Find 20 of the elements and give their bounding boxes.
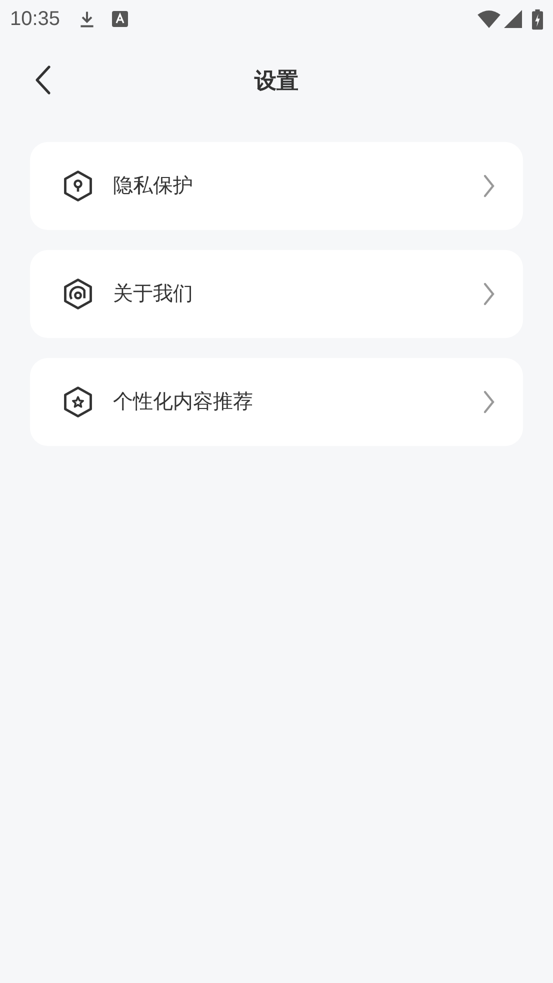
settings-item[interactable]: 隐私保护: [30, 142, 523, 230]
signal-icon: [504, 10, 522, 28]
item-label: 隐私保护: [113, 174, 194, 199]
star-hexagon-icon: [61, 385, 95, 419]
battery-charging-icon: [532, 8, 543, 30]
status-time: 10:35: [10, 7, 60, 32]
settings-item[interactable]: 关于我们: [30, 250, 523, 338]
item-label: 个性化内容推荐: [113, 390, 254, 415]
page-title: 设置: [254, 66, 298, 94]
back-icon[interactable]: [35, 65, 51, 95]
chevron-right-icon: [483, 282, 495, 306]
item-label: 关于我们: [113, 282, 194, 307]
chevron-right-icon: [483, 390, 495, 414]
keyboard-letter-icon: [112, 11, 128, 27]
keyhole-hexagon-icon: [61, 169, 95, 203]
chevron-right-icon: [483, 174, 495, 198]
ring-hexagon-icon: [61, 277, 95, 311]
download-icon: [78, 9, 96, 29]
settings-item[interactable]: 个性化内容推荐: [30, 358, 523, 446]
wifi-icon: [477, 10, 501, 28]
